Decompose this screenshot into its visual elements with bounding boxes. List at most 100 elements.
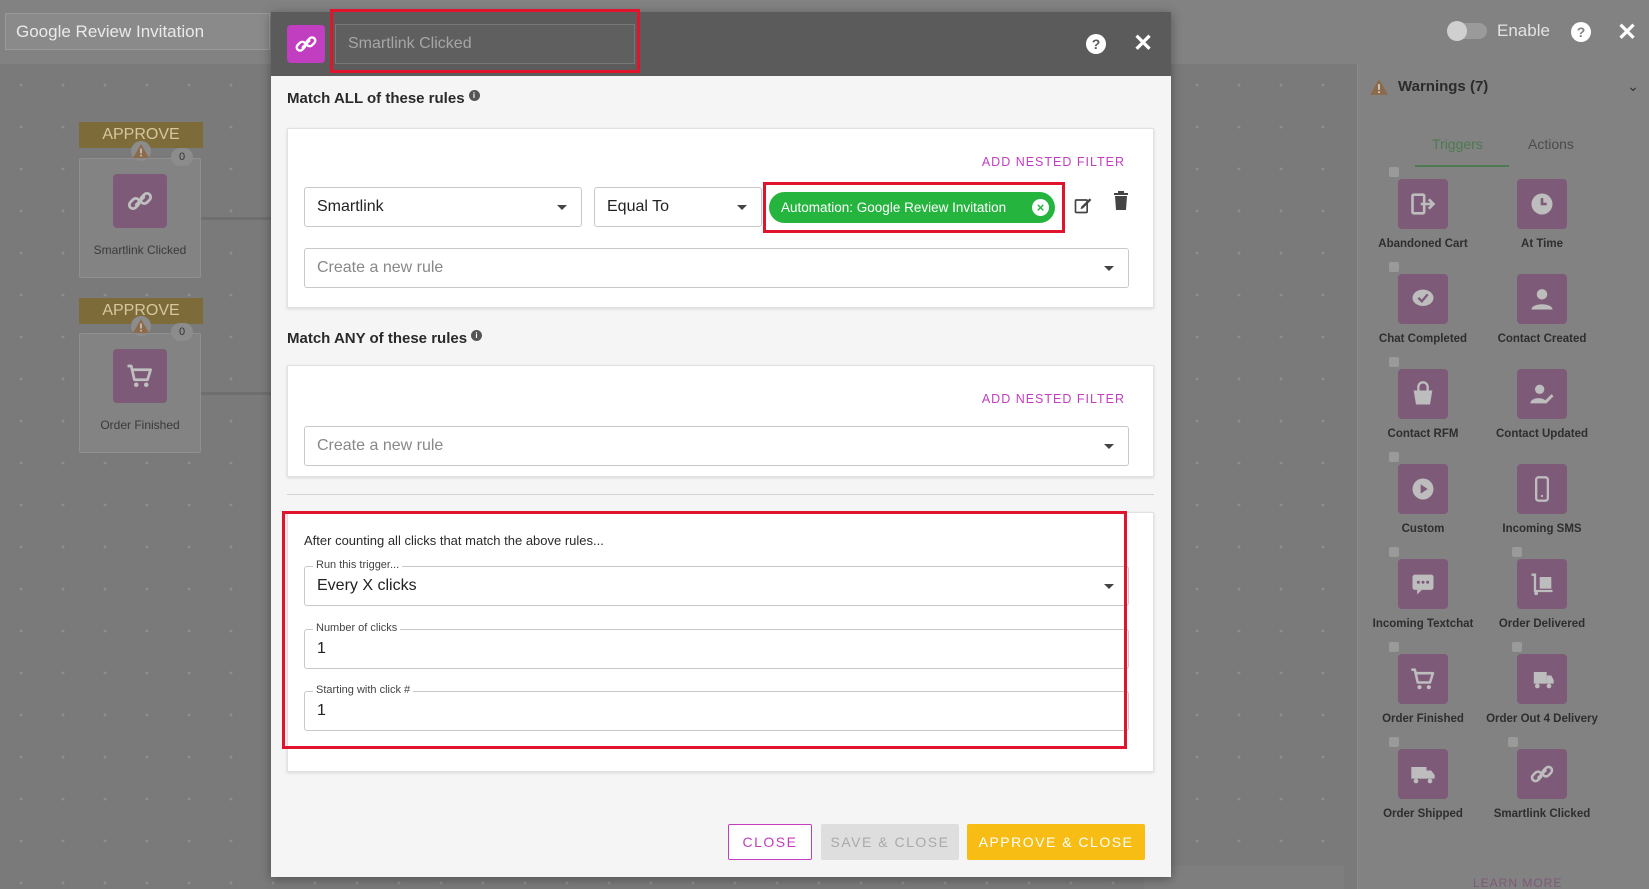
close-button[interactable]: CLOSE bbox=[728, 824, 812, 860]
enable-label: Enable bbox=[1497, 21, 1550, 40]
tab-triggers[interactable]: Triggers bbox=[1432, 136, 1483, 152]
trigger-abandoned-cart[interactable]: Abandoned Cart bbox=[1363, 167, 1483, 251]
trigger-label: Abandoned Cart bbox=[1378, 238, 1468, 250]
warning-icon bbox=[131, 316, 151, 336]
rule-operator-select[interactable]: Equal To bbox=[594, 187, 762, 227]
trigger-label: Custom bbox=[1401, 523, 1445, 535]
truck-icon bbox=[1398, 749, 1448, 799]
right-panel: Warnings (7) ⌄ Triggers Actions Abandone… bbox=[1357, 64, 1649, 889]
trigger-contact-created[interactable]: Contact Created bbox=[1482, 274, 1602, 346]
approve-close-button[interactable]: APPROVE & CLOSE bbox=[967, 824, 1145, 860]
trigger-smartlink-clicked[interactable]: Smartlink Clicked bbox=[1482, 737, 1602, 821]
trigger-incoming-sms[interactable]: Incoming SMS bbox=[1482, 464, 1602, 536]
info-icon: i bbox=[468, 90, 480, 101]
trigger-at-time[interactable]: At Time bbox=[1482, 179, 1602, 251]
dolly-icon bbox=[1517, 559, 1567, 609]
close-icon[interactable]: ✕ bbox=[1133, 29, 1153, 58]
trigger-order-delivered[interactable]: Order Delivered bbox=[1482, 547, 1602, 631]
lock-icon bbox=[1389, 357, 1399, 367]
match-all-label: Match ALL of these rules bbox=[287, 90, 465, 107]
trigger-label: Order Shipped bbox=[1383, 808, 1463, 820]
highlight-box bbox=[282, 511, 1127, 749]
lock-icon bbox=[1512, 642, 1522, 652]
trigger-order-finished[interactable]: Order Finished bbox=[1363, 642, 1483, 726]
trigger-custom[interactable]: Custom bbox=[1363, 452, 1483, 536]
help-icon[interactable]: ? bbox=[1086, 34, 1106, 54]
close-icon[interactable]: ✕ bbox=[1617, 18, 1637, 47]
trigger-label: Chat Completed bbox=[1378, 333, 1468, 345]
trigger-label: Incoming Textchat bbox=[1372, 618, 1474, 630]
lock-icon bbox=[1389, 262, 1399, 272]
lock-icon bbox=[1389, 737, 1399, 747]
connector-line bbox=[201, 217, 271, 220]
create-rule-select[interactable]: Create a new rule bbox=[304, 426, 1129, 466]
lock-icon bbox=[1389, 167, 1399, 177]
trash-icon[interactable] bbox=[1113, 191, 1129, 216]
dropdown-caret-icon bbox=[737, 205, 747, 210]
rule-operator-value: Equal To bbox=[607, 198, 669, 215]
cart-icon bbox=[1398, 654, 1448, 704]
add-nested-filter-button[interactable]: ADD NESTED FILTER bbox=[982, 392, 1125, 406]
match-any-label: Match ANY of these rules bbox=[287, 330, 468, 347]
rule-field-select[interactable]: Smartlink bbox=[304, 187, 582, 227]
create-rule-placeholder: Create a new rule bbox=[317, 437, 444, 454]
trigger-label: At Time bbox=[1521, 238, 1563, 250]
add-nested-filter-button[interactable]: ADD NESTED FILTER bbox=[982, 155, 1125, 169]
lock-icon bbox=[1389, 642, 1399, 652]
highlight-box bbox=[330, 9, 640, 73]
cart-icon bbox=[113, 349, 167, 403]
info-icon: i bbox=[471, 330, 483, 341]
dropdown-caret-icon bbox=[1104, 266, 1114, 271]
trigger-label: Smartlink Clicked bbox=[1493, 808, 1591, 820]
highlight-box bbox=[763, 182, 1065, 233]
edit-icon[interactable] bbox=[1073, 195, 1093, 220]
node-order-finished[interactable]: 0 Order Finished bbox=[79, 316, 201, 453]
match-all-card: ADD NESTED FILTER Smartlink Equal To Aut… bbox=[287, 128, 1154, 308]
trigger-order-shipped[interactable]: Order Shipped bbox=[1363, 737, 1483, 821]
node-count: 0 bbox=[171, 148, 193, 166]
node-label: Order Finished bbox=[100, 418, 180, 432]
trigger-label: Order Delivered bbox=[1498, 618, 1586, 630]
trigger-label: Contact RFM bbox=[1387, 428, 1459, 440]
trigger-contact-updated[interactable]: Contact Updated bbox=[1482, 369, 1602, 441]
tab-actions[interactable]: Actions bbox=[1528, 136, 1574, 152]
rule-field-value: Smartlink bbox=[317, 198, 384, 215]
node-count: 0 bbox=[171, 323, 193, 341]
trigger-label: Contact Created bbox=[1497, 333, 1587, 345]
create-rule-placeholder: Create a new rule bbox=[317, 259, 444, 276]
chat-check-icon bbox=[1398, 274, 1448, 324]
trigger-order-out-4-delivery[interactable]: Order Out 4 Delivery bbox=[1482, 642, 1602, 726]
phone-icon bbox=[1517, 464, 1567, 514]
clock-icon bbox=[1517, 179, 1567, 229]
warnings-header[interactable]: Warnings (7) bbox=[1370, 78, 1488, 95]
help-icon[interactable]: ? bbox=[1571, 22, 1591, 42]
node-label: Smartlink Clicked bbox=[93, 243, 187, 257]
trigger-label: Order Out 4 Delivery bbox=[1486, 713, 1598, 725]
user-edit-icon bbox=[1517, 369, 1567, 419]
trigger-label: Order Finished bbox=[1382, 713, 1464, 725]
node-smartlink-clicked[interactable]: 0 Smartlink Clicked bbox=[79, 141, 201, 278]
link-icon bbox=[113, 174, 167, 228]
trigger-contact-rfm[interactable]: Contact RFM bbox=[1363, 357, 1483, 441]
dropdown-caret-icon bbox=[557, 205, 567, 210]
trigger-chat-completed[interactable]: Chat Completed bbox=[1363, 262, 1483, 346]
warnings-label: Warnings (7) bbox=[1398, 78, 1489, 95]
automation-name-input[interactable]: Google Review Invitation bbox=[5, 13, 270, 50]
dropdown-caret-icon bbox=[1104, 444, 1114, 449]
lock-icon bbox=[1512, 547, 1522, 557]
trigger-modal: Smartlink Clicked ? ✕ Match ALL of these… bbox=[271, 9, 1171, 877]
trigger-incoming-textchat[interactable]: Incoming Textchat bbox=[1363, 547, 1483, 631]
trigger-label: Contact Updated bbox=[1496, 428, 1588, 440]
save-close-button[interactable]: SAVE & CLOSE bbox=[821, 824, 959, 860]
create-rule-select[interactable]: Create a new rule bbox=[304, 248, 1129, 288]
active-tab-indicator bbox=[1415, 165, 1509, 167]
chevron-down-icon[interactable]: ⌄ bbox=[1627, 78, 1639, 95]
zoom-controls[interactable] bbox=[1144, 866, 1344, 889]
link-icon bbox=[1517, 749, 1567, 799]
truck-fast-icon bbox=[1517, 654, 1567, 704]
modal-header: Smartlink Clicked ? ✕ bbox=[271, 9, 1171, 76]
lock-icon bbox=[1508, 737, 1518, 747]
enable-toggle[interactable] bbox=[1447, 21, 1487, 41]
chat-dots-icon bbox=[1398, 559, 1448, 609]
learn-more-link[interactable]: LEARN MORE bbox=[1473, 876, 1562, 889]
